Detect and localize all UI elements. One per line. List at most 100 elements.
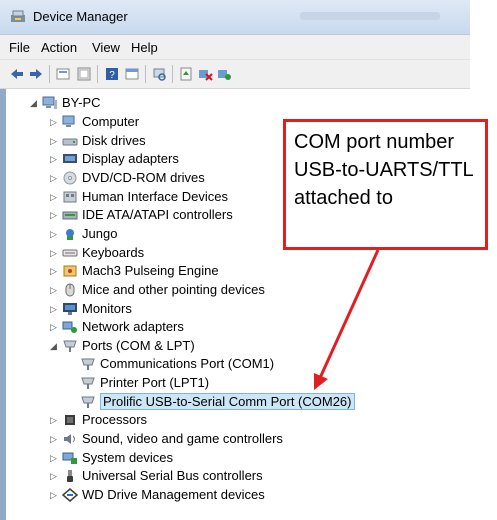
jungo-icon [66, 228, 74, 240]
collapse-arrow-icon[interactable]: ◢ [30, 98, 37, 109]
view-icon[interactable] [124, 66, 140, 82]
tree-item[interactable]: ▷ System devices [50, 449, 430, 467]
window-title: Device Manager [33, 9, 128, 24]
expand-arrow-icon[interactable]: ▷ [50, 229, 57, 240]
toolbar-separator [49, 65, 50, 83]
expand-arrow-icon[interactable]: ▷ [50, 192, 57, 203]
tree-item-label: Sound, video and game controllers [82, 431, 283, 447]
expand-arrow-icon[interactable]: ▷ [50, 285, 57, 296]
toolbar: ? [0, 60, 470, 89]
expand-arrow-icon[interactable]: ▷ [50, 210, 57, 221]
menu-bar: File Action View Help [0, 35, 470, 60]
properties-view-icon[interactable] [55, 66, 71, 82]
callout-line-3: attached to [294, 187, 393, 209]
expand-arrow-icon[interactable]: ▷ [50, 117, 57, 128]
tree-item-label: Ports (COM & LPT) [82, 337, 195, 353]
system-icon [62, 452, 77, 464]
tree-item[interactable]: ▷ Sound, video and game controllers [50, 430, 430, 448]
uninstall-icon[interactable] [197, 66, 213, 82]
usb-icon [67, 470, 73, 483]
device-manager-icon [11, 10, 25, 22]
expand-arrow-icon[interactable]: ▷ [50, 304, 57, 315]
expand-arrow-icon[interactable]: ▷ [50, 415, 57, 426]
tree-item-label: Universal Serial Bus controllers [82, 468, 263, 484]
toolbar-separator [145, 65, 146, 83]
menu-file[interactable]: File [9, 40, 30, 55]
ide-icon [62, 211, 78, 220]
device-manager-window: Device Manager File Action View Help ? ◢… [0, 0, 470, 520]
port-icon [81, 358, 95, 371]
tree-item-label: Display adapters [82, 151, 179, 167]
tree-item-label: Communications Port (COM1) [100, 356, 275, 372]
tree-item[interactable]: ◢ Ports (COM & LPT) [50, 337, 430, 355]
tree-root[interactable]: ◢ BY-PC [30, 94, 230, 112]
expand-arrow-icon[interactable]: ▷ [50, 173, 57, 184]
svg-text:?: ? [109, 70, 115, 81]
menu-action[interactable]: Action [41, 40, 77, 55]
expand-arrow-icon[interactable]: ▷ [50, 154, 57, 165]
sound-icon [64, 434, 75, 445]
help-icon[interactable]: ? [104, 66, 120, 82]
tree-item-label: Mach3 Pulseing Engine [82, 263, 219, 279]
tree-item-label: Monitors [82, 300, 132, 316]
tree-item[interactable]: ▷ Mice and other pointing devices [50, 281, 430, 299]
network-icon [62, 321, 77, 334]
annotation-callout: COM port number USB-to-UARTS/TTL attache… [283, 119, 488, 250]
keyboard-icon [62, 249, 78, 257]
back-icon[interactable] [9, 66, 25, 82]
expand-arrow-icon[interactable]: ▷ [50, 248, 57, 259]
tree-item-label: Disk drives [82, 132, 146, 148]
mach3-icon [63, 265, 77, 277]
title-bar[interactable]: Device Manager [0, 0, 470, 35]
tree-child-item[interactable]: Prolific USB-to-Serial Comm Port (COM26) [68, 392, 448, 411]
tree-item[interactable]: ▷ WD Drive Management devices [50, 486, 430, 504]
tree-root-label: BY-PC [62, 95, 101, 110]
tree-item[interactable]: ▷ Mach3 Pulseing Engine [50, 262, 430, 280]
tree-item-label: Network adapters [82, 319, 184, 335]
expand-arrow-icon[interactable]: ▷ [50, 453, 57, 464]
tree-item-label: WD Drive Management devices [82, 487, 265, 502]
wd-icon [62, 488, 78, 502]
dvd-icon [63, 171, 77, 185]
expand-arrow-icon[interactable]: ▷ [50, 471, 57, 482]
tree-child-item[interactable]: Printer Port (LPT1) [68, 374, 448, 392]
enable-icon[interactable] [216, 66, 232, 82]
mouse-icon [65, 283, 75, 297]
port-icon [63, 340, 77, 352]
tree-item-label: Jungo [82, 225, 118, 241]
menu-view[interactable]: View [92, 40, 120, 55]
callout-line-2: USB-to-UARTS/TTL [294, 159, 474, 181]
tree-item-label: DVD/CD-ROM drives [82, 169, 205, 185]
computer-icon [62, 115, 75, 127]
show-hide-icon[interactable] [76, 66, 92, 82]
callout-line-1: COM port number [294, 131, 455, 153]
expand-arrow-icon[interactable]: ▷ [50, 322, 57, 333]
collapse-arrow-icon[interactable]: ◢ [50, 341, 57, 352]
computer-icon [42, 96, 57, 109]
tree-item[interactable]: ▷ Network adapters [50, 318, 430, 336]
tree-item-label: Mice and other pointing devices [82, 281, 265, 297]
tree-item-label: Computer [82, 114, 140, 129]
tree-child-item[interactable]: Communications Port (COM1) [68, 355, 448, 373]
update-driver-icon[interactable] [178, 66, 194, 82]
tree-item-label: Printer Port (LPT1) [100, 375, 210, 391]
tree-item-label: Human Interface Devices [82, 188, 228, 204]
tree-item[interactable]: ▷ Universal Serial Bus controllers [50, 467, 430, 485]
toolbar-separator [97, 65, 98, 83]
tree-item-label: System devices [82, 449, 174, 465]
expand-arrow-icon[interactable]: ▷ [50, 490, 57, 501]
expand-arrow-icon[interactable]: ▷ [50, 434, 57, 445]
processor-icon [65, 415, 75, 426]
tree-item-label: Processors [82, 412, 148, 428]
expand-arrow-icon[interactable]: ▷ [50, 136, 57, 147]
tree-item-label: Keyboards [82, 244, 145, 260]
tree-item-label: IDE ATA/ATAPI controllers [82, 207, 233, 223]
expand-arrow-icon[interactable]: ▷ [50, 266, 57, 277]
menu-help[interactable]: Help [131, 40, 158, 55]
title-blurred-area [300, 12, 440, 20]
monitor-icon [63, 302, 77, 315]
tree-item[interactable]: ▷ Monitors [50, 300, 430, 318]
forward-icon[interactable] [28, 66, 44, 82]
scan-icon[interactable] [151, 66, 167, 82]
tree-item[interactable]: ▷ Processors [50, 411, 430, 429]
